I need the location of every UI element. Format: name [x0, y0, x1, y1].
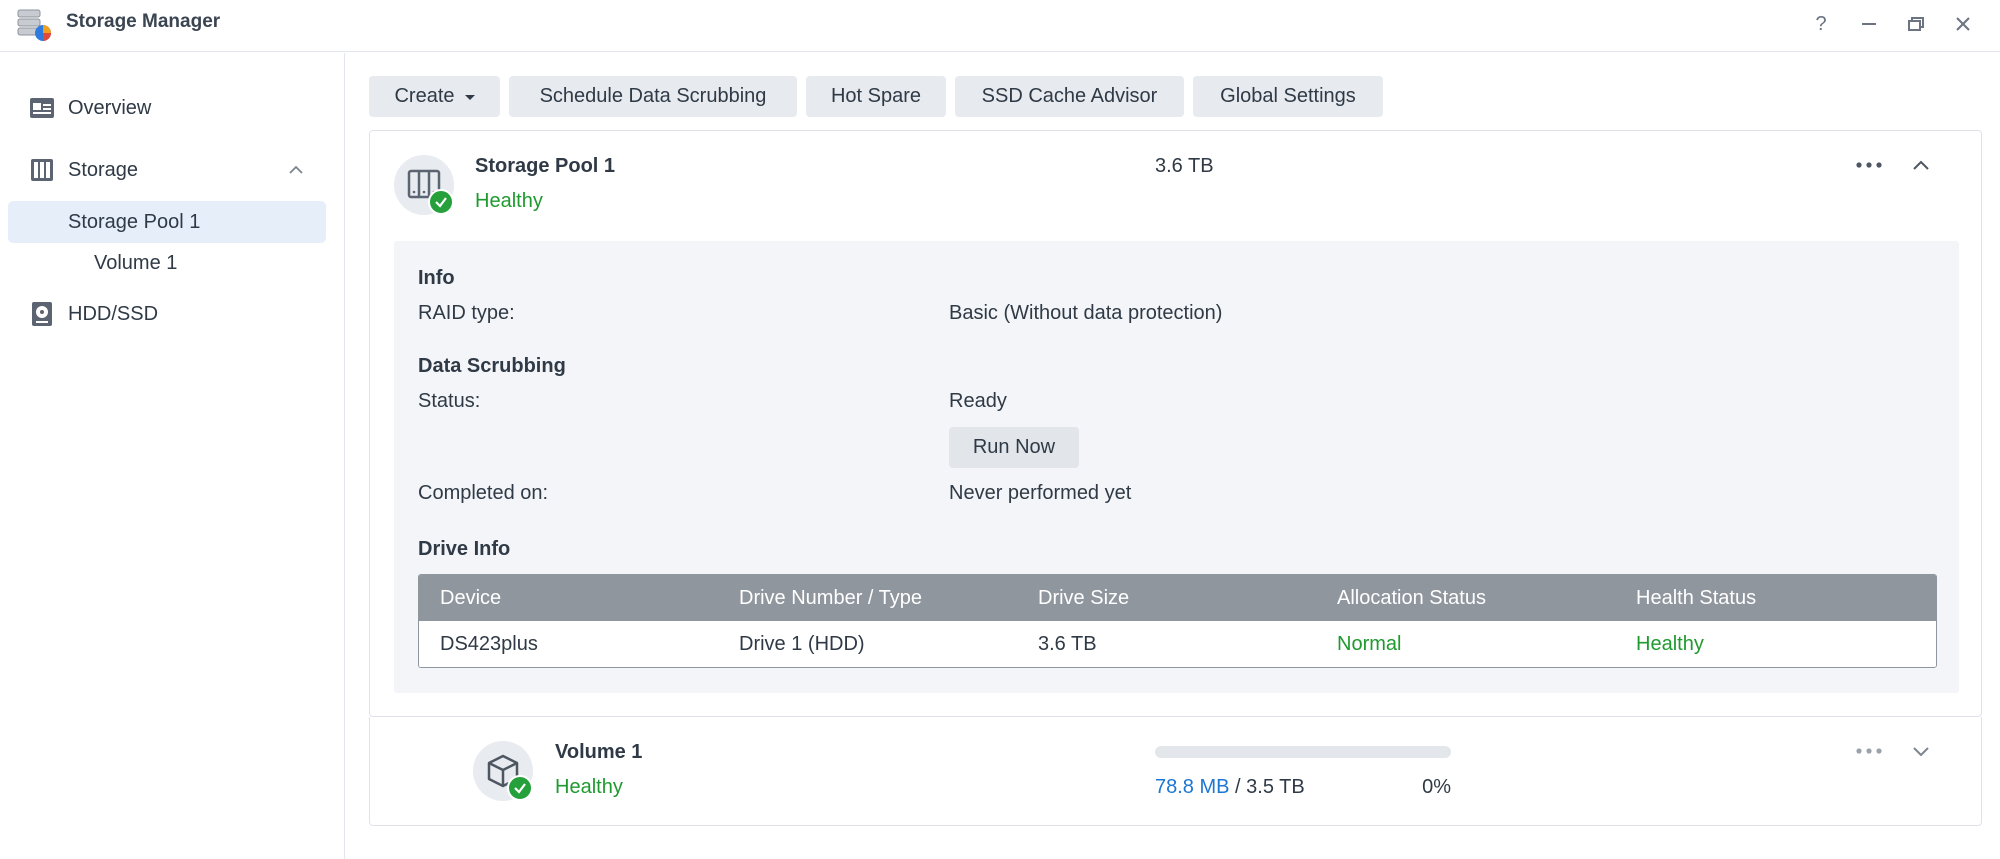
column-header-device[interactable]: Device	[440, 587, 501, 610]
chevron-up-icon	[1913, 160, 1929, 170]
sidebar-item-label: HDD/SSD	[68, 302, 159, 325]
run-now-label: Run Now	[972, 436, 1056, 458]
ssd-cache-advisor-label: SSD Cache Advisor	[981, 85, 1158, 107]
sidebar-item-label: Storage	[68, 158, 139, 181]
healthy-check-icon	[507, 775, 533, 801]
cell-device: DS423plus	[440, 633, 538, 655]
volume-name: Volume 1	[555, 741, 643, 763]
overview-icon	[28, 94, 56, 122]
volume-status: Healthy	[555, 776, 623, 798]
column-header-drive-size[interactable]: Drive Size	[1038, 587, 1129, 610]
restore-icon	[1908, 17, 1924, 31]
column-header-allocation-status[interactable]: Allocation Status	[1337, 587, 1486, 610]
cell-drive-size: 3.6 TB	[1038, 633, 1097, 655]
ssd-cache-advisor-button[interactable]: SSD Cache Advisor	[955, 76, 1184, 117]
sidebar-item-storage-pool-1[interactable]: Storage Pool 1	[8, 201, 326, 243]
sidebar-item-overview[interactable]: Overview	[8, 87, 326, 129]
sidebar-item-volume-1[interactable]: Volume 1	[8, 242, 326, 284]
minimize-icon	[1862, 23, 1876, 25]
caret-down-icon	[464, 95, 475, 100]
scrub-status-label: Status:	[418, 390, 481, 412]
schedule-data-scrubbing-button[interactable]: Schedule Data Scrubbing	[509, 76, 797, 117]
schedule-data-scrubbing-label: Schedule Data Scrubbing	[539, 85, 767, 107]
volume-used: 78.8 MB	[1155, 776, 1230, 798]
volume-icon	[473, 741, 533, 801]
completed-on-label: Completed on:	[418, 482, 549, 504]
hdd-icon	[28, 300, 56, 328]
volume-usage-separator: /	[1229, 776, 1247, 798]
storage-pool-icon	[394, 155, 454, 215]
sidebar-item-label: Storage Pool 1	[68, 210, 201, 233]
healthy-check-icon	[428, 189, 454, 215]
global-settings-label: Global Settings	[1220, 85, 1356, 107]
restore-button[interactable]	[1899, 9, 1933, 39]
storage-pool-size: 3.6 TB	[1155, 155, 1214, 177]
data-scrubbing-section-title: Data Scrubbing	[418, 355, 566, 377]
drive-info-table: Device Drive Number / Type Drive Size Al…	[418, 574, 1937, 668]
global-settings-button[interactable]: Global Settings	[1193, 76, 1383, 117]
volume-total: 3.5 TB	[1246, 776, 1305, 798]
sidebar-item-label: Overview	[68, 96, 152, 119]
app-title: Storage Manager	[66, 11, 221, 32]
close-icon	[1956, 17, 1970, 31]
more-horizontal-icon	[1856, 162, 1882, 168]
pool-detail-panel: Info RAID type: Basic (Without data prot…	[394, 241, 1959, 693]
table-row[interactable]: DS423plus Drive 1 (HDD) 3.6 TB Normal He…	[419, 621, 1936, 667]
chevron-down-icon	[1913, 747, 1929, 757]
close-button[interactable]	[1946, 9, 1980, 39]
raid-type-value: Basic (Without data protection)	[949, 302, 1223, 324]
pool-collapse-button[interactable]	[1905, 149, 1937, 181]
volume-card: Volume 1 Healthy 78.8 MB / 3.5 TB 0%	[369, 717, 1982, 826]
title-bar: Storage Manager ?	[0, 0, 2000, 52]
storage-pool-card: Storage Pool 1 Healthy 3.6 TB Info RAID …	[369, 130, 1982, 717]
column-header-drive-number[interactable]: Drive Number / Type	[739, 587, 922, 610]
run-now-button[interactable]: Run Now	[949, 427, 1079, 468]
table-header: Device Drive Number / Type Drive Size Al…	[419, 575, 1936, 621]
drive-info-section-title: Drive Info	[418, 538, 511, 560]
column-header-health-status[interactable]: Health Status	[1636, 587, 1756, 610]
sidebar-item-label: Volume 1	[94, 251, 178, 274]
completed-on-value: Never performed yet	[949, 482, 1132, 504]
storage-pool-name: Storage Pool 1	[475, 155, 616, 177]
raid-type-label: RAID type:	[418, 302, 515, 324]
hot-spare-button[interactable]: Hot Spare	[806, 76, 946, 117]
cell-allocation-status: Normal	[1337, 633, 1402, 655]
storage-manager-app-icon	[17, 9, 51, 41]
cell-health-status: Healthy	[1636, 633, 1704, 655]
scrub-status-value: Ready	[949, 390, 1007, 412]
info-section-title: Info	[418, 267, 455, 289]
help-icon: ?	[1815, 12, 1827, 35]
volume-expand-button[interactable]	[1905, 735, 1937, 767]
hot-spare-label: Hot Spare	[830, 85, 922, 107]
storage-pool-status: Healthy	[475, 190, 543, 212]
help-button[interactable]: ?	[1804, 9, 1838, 39]
sidebar-item-storage[interactable]: Storage	[8, 149, 326, 191]
minimize-button[interactable]	[1852, 9, 1886, 39]
sidebar-item-hdd-ssd[interactable]: HDD/SSD	[8, 293, 326, 335]
create-button-label: Create	[394, 85, 455, 107]
pool-more-button[interactable]	[1849, 149, 1889, 181]
volume-usage-bar	[1155, 746, 1451, 758]
volume-usage-text: 78.8 MB / 3.5 TB	[1155, 776, 1305, 799]
chevron-up-icon[interactable]	[286, 160, 306, 180]
more-horizontal-icon	[1856, 748, 1882, 754]
volume-usage-percent: 0%	[1422, 776, 1451, 798]
storage-icon	[28, 156, 56, 184]
cell-drive-number: Drive 1 (HDD)	[739, 633, 865, 655]
create-button[interactable]: Create	[369, 76, 500, 117]
sidebar: Overview Storage Storage Pool 1 Volume 1…	[0, 53, 345, 859]
volume-more-button[interactable]	[1849, 735, 1889, 767]
